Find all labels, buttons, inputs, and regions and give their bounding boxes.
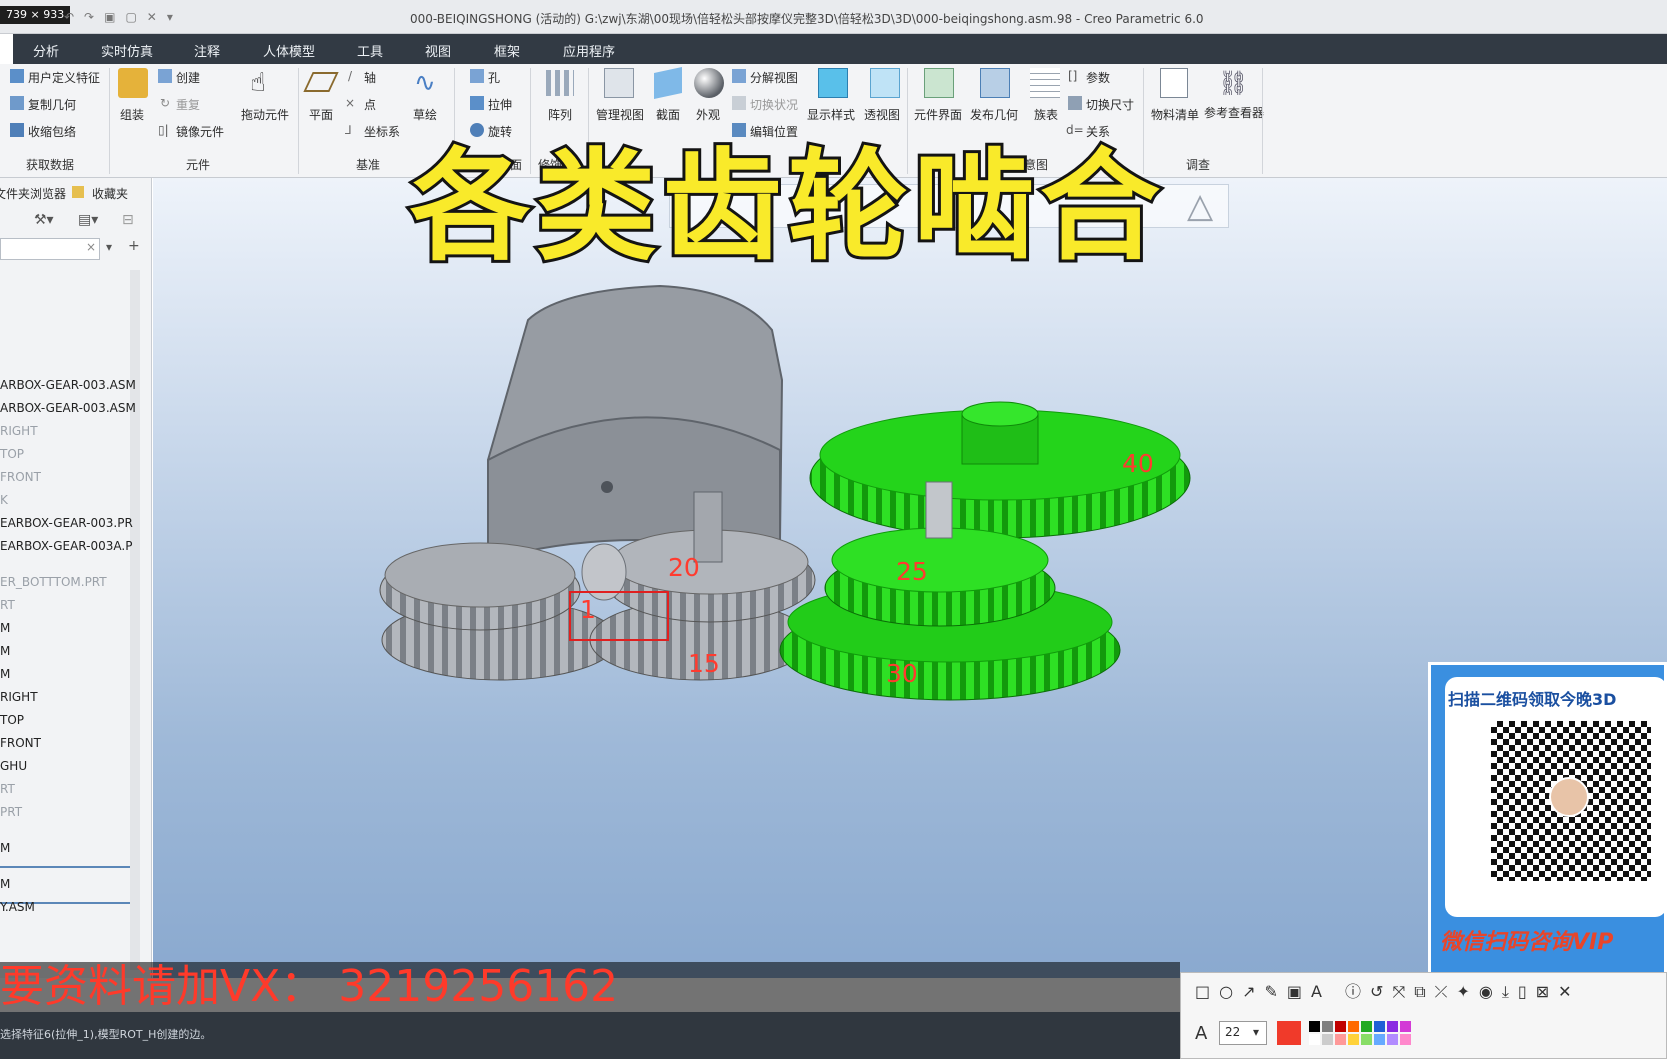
gear-label-25: 25 [896,557,928,586]
video-title-overlay: 各类齿轮啮合 [407,138,1166,277]
gear-label-20: 20 [668,553,700,582]
font-size-value: 22 [1225,1025,1241,1039]
green-hub-top [961,401,1039,427]
color-swatch[interactable] [1335,1021,1346,1032]
color-swatch[interactable] [1387,1034,1398,1045]
color-swatch[interactable] [1387,1021,1398,1032]
color-swatch[interactable] [1309,1034,1320,1045]
color-swatch[interactable] [1400,1034,1411,1045]
draw-tools-icons[interactable]: □○↗✎▣A ⓘ↺⤧⧉⤫✦◉⤓▯⊠✕ [1195,978,1581,1002]
color-swatch[interactable] [1322,1021,1333,1032]
color-swatch[interactable] [1361,1021,1372,1032]
avatar [1549,777,1589,817]
color-swatch[interactable] [1309,1021,1320,1032]
color-swatch[interactable] [1374,1021,1385,1032]
font-icon: A [1195,1023,1208,1044]
gear-label-15: 15 [688,649,720,678]
gear-label-30: 30 [886,659,918,688]
contact-banner-text: 要资料请加VX： 3219256162 [0,961,619,1012]
color-swatch[interactable] [1361,1034,1372,1045]
qr-bottom-text: 微信扫码咨询VIP [1440,930,1614,955]
color-swatch[interactable] [1374,1034,1385,1045]
current-color[interactable] [1277,1021,1301,1045]
color-swatch[interactable] [1400,1021,1411,1032]
chevron-down-icon[interactable]: ▾ [1253,1025,1259,1039]
status-message: 选择特征6(拉伸_1),模型ROT_H创建的边。 [0,1028,212,1041]
steel-shaft[interactable] [925,481,953,539]
color-swatch[interactable] [1322,1034,1333,1045]
gear-label-1: 1 [580,595,596,624]
housing-hole [601,481,613,493]
annotation-toolbar: □○↗✎▣A ⓘ↺⤧⧉⤫✦◉⤓▯⊠✕ A 22 ▾ [1180,972,1667,1059]
color-swatch[interactable] [1348,1034,1359,1045]
gray-shaft[interactable] [693,491,723,563]
qr-top-text: 扫描二维码领取今晚3D [1448,690,1617,709]
gray-gear-left-face [384,542,576,608]
color-swatch[interactable] [1348,1021,1359,1032]
color-swatch[interactable] [1335,1034,1346,1045]
gear-label-40: 40 [1122,449,1154,478]
